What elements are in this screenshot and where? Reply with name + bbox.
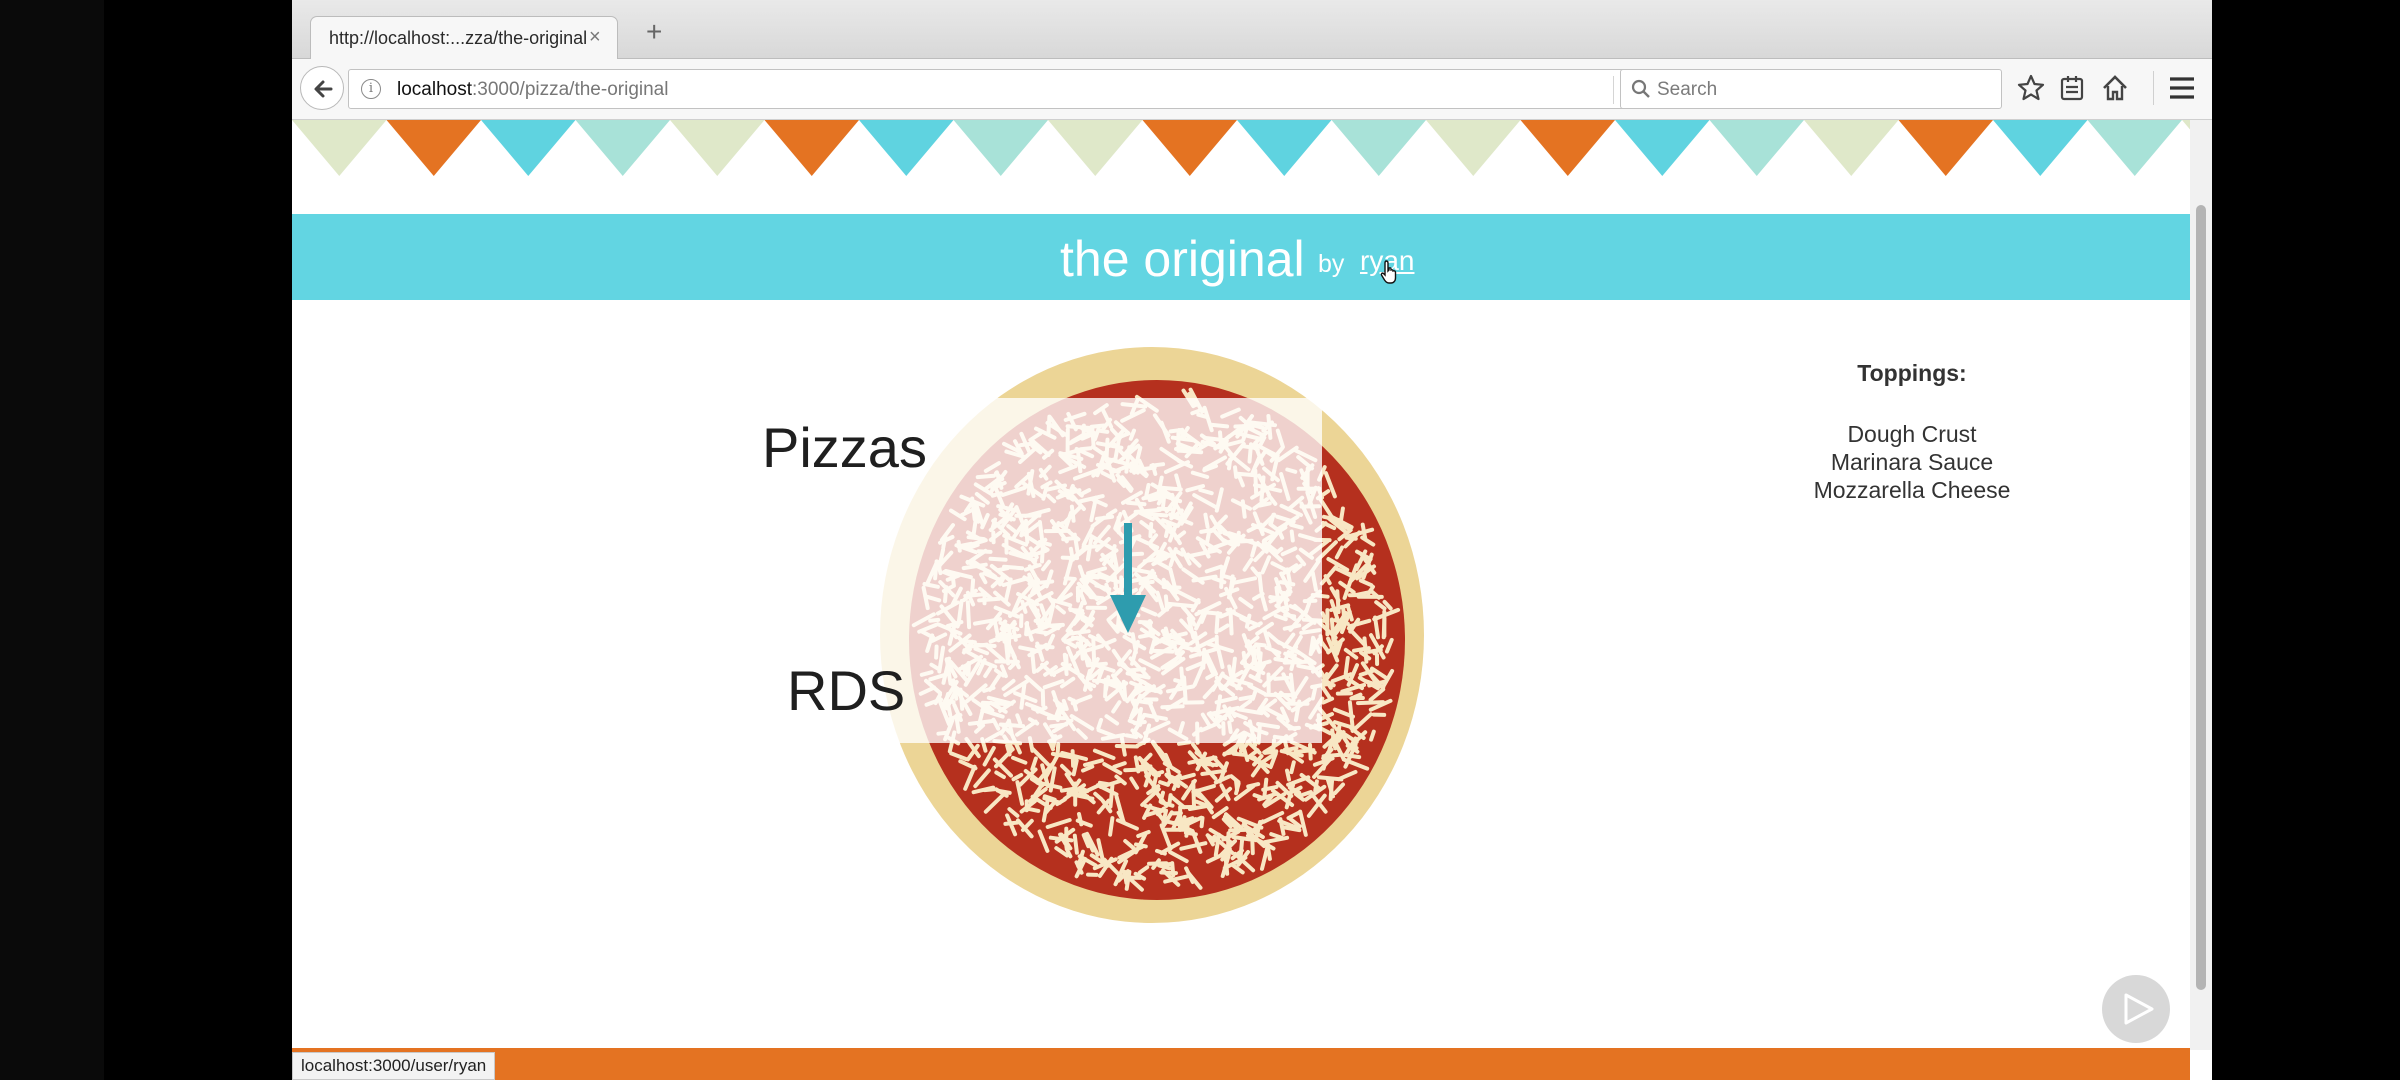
pizza-title: the original [1060,231,1305,287]
bookmark-star-icon[interactable] [2016,73,2046,103]
bunting-flag [386,120,481,176]
bunting-flag [1520,120,1615,176]
bunting-flag [1709,120,1804,176]
bunting-flag [1615,120,1710,176]
bunting-flag [1331,120,1426,176]
back-button[interactable] [300,66,344,110]
bunting-flag [670,120,765,176]
site-info-icon[interactable]: i [361,79,381,99]
toppings-heading: Toppings: [1857,360,1967,386]
bunting-flag [1048,120,1143,176]
bunting-flag [1898,120,1993,176]
bunting-flag [2182,120,2190,130]
home-icon[interactable] [2100,73,2130,103]
browser-tab[interactable]: http://localhost:...zza/the-original × [310,16,618,59]
topping-item: Mozzarella Cheese [1813,477,2011,503]
search-icon [1631,79,1650,98]
topping-item: Dough Crust [1847,421,1977,447]
back-arrow-icon [314,80,333,98]
url-path: :3000/pizza/the-original [472,79,669,100]
letterbox-left [0,0,104,1080]
bunting-decoration [292,120,2190,176]
reading-list-icon[interactable] [2058,73,2086,103]
pizza-title-banner: the original by ryan [292,214,2190,300]
bunting-flag [859,120,954,176]
bunting-flag [1804,120,1899,176]
tab-strip: http://localhost:...zza/the-original × + [292,0,2212,59]
down-arrow-icon [1110,523,1146,633]
scrollbar-thumb[interactable] [2196,205,2206,990]
bunting-flag [575,120,670,176]
overlay-pizzas-label: Pizzas [762,416,927,479]
bunting-flag [1426,120,1521,176]
pointer-cursor-icon [1380,260,1397,284]
overlay-rds-label: RDS [787,659,906,722]
topping-item: Marinara Sauce [1830,449,1994,475]
letterbox-right [2212,0,2400,1080]
url-separator [1613,76,1614,104]
url-text[interactable]: localhost:3000/pizza/the-original [397,79,668,101]
search-bar[interactable]: Search [1620,69,2002,109]
bunting-flag [764,120,859,176]
by-label: by [1318,250,1345,278]
bunting-flag [292,120,387,176]
navigation-toolbar: i localhost:3000/pizza/the-original Sear… [292,59,2212,120]
search-placeholder: Search [1657,79,1718,100]
close-tab-icon[interactable]: × [589,26,601,49]
letterbox-gutter [104,0,292,1080]
url-host: localhost [397,79,472,100]
tab-title: http://localhost:...zza/the-original [329,28,588,48]
toppings-list: Dough Crust Marinara Sauce Mozzarella Ch… [1562,420,2212,504]
video-player-button[interactable] [2102,975,2170,1043]
browser-window: http://localhost:...zza/the-original × +… [292,0,2212,1080]
hamburger-menu-icon[interactable] [2168,76,2196,100]
bunting-flag [1142,120,1237,176]
bunting-flag [2087,120,2182,176]
bunting-flag [953,120,1048,176]
toolbar-separator [2153,71,2154,105]
play-icon [2124,993,2154,1025]
footer-bar [292,1048,2190,1080]
status-bar-url: localhost:3000/user/ryan [292,1052,496,1080]
bunting-flag [481,120,576,176]
bunting-flag [1237,120,1332,176]
bunting-flag [1993,120,2088,176]
new-tab-button[interactable]: + [646,18,662,46]
